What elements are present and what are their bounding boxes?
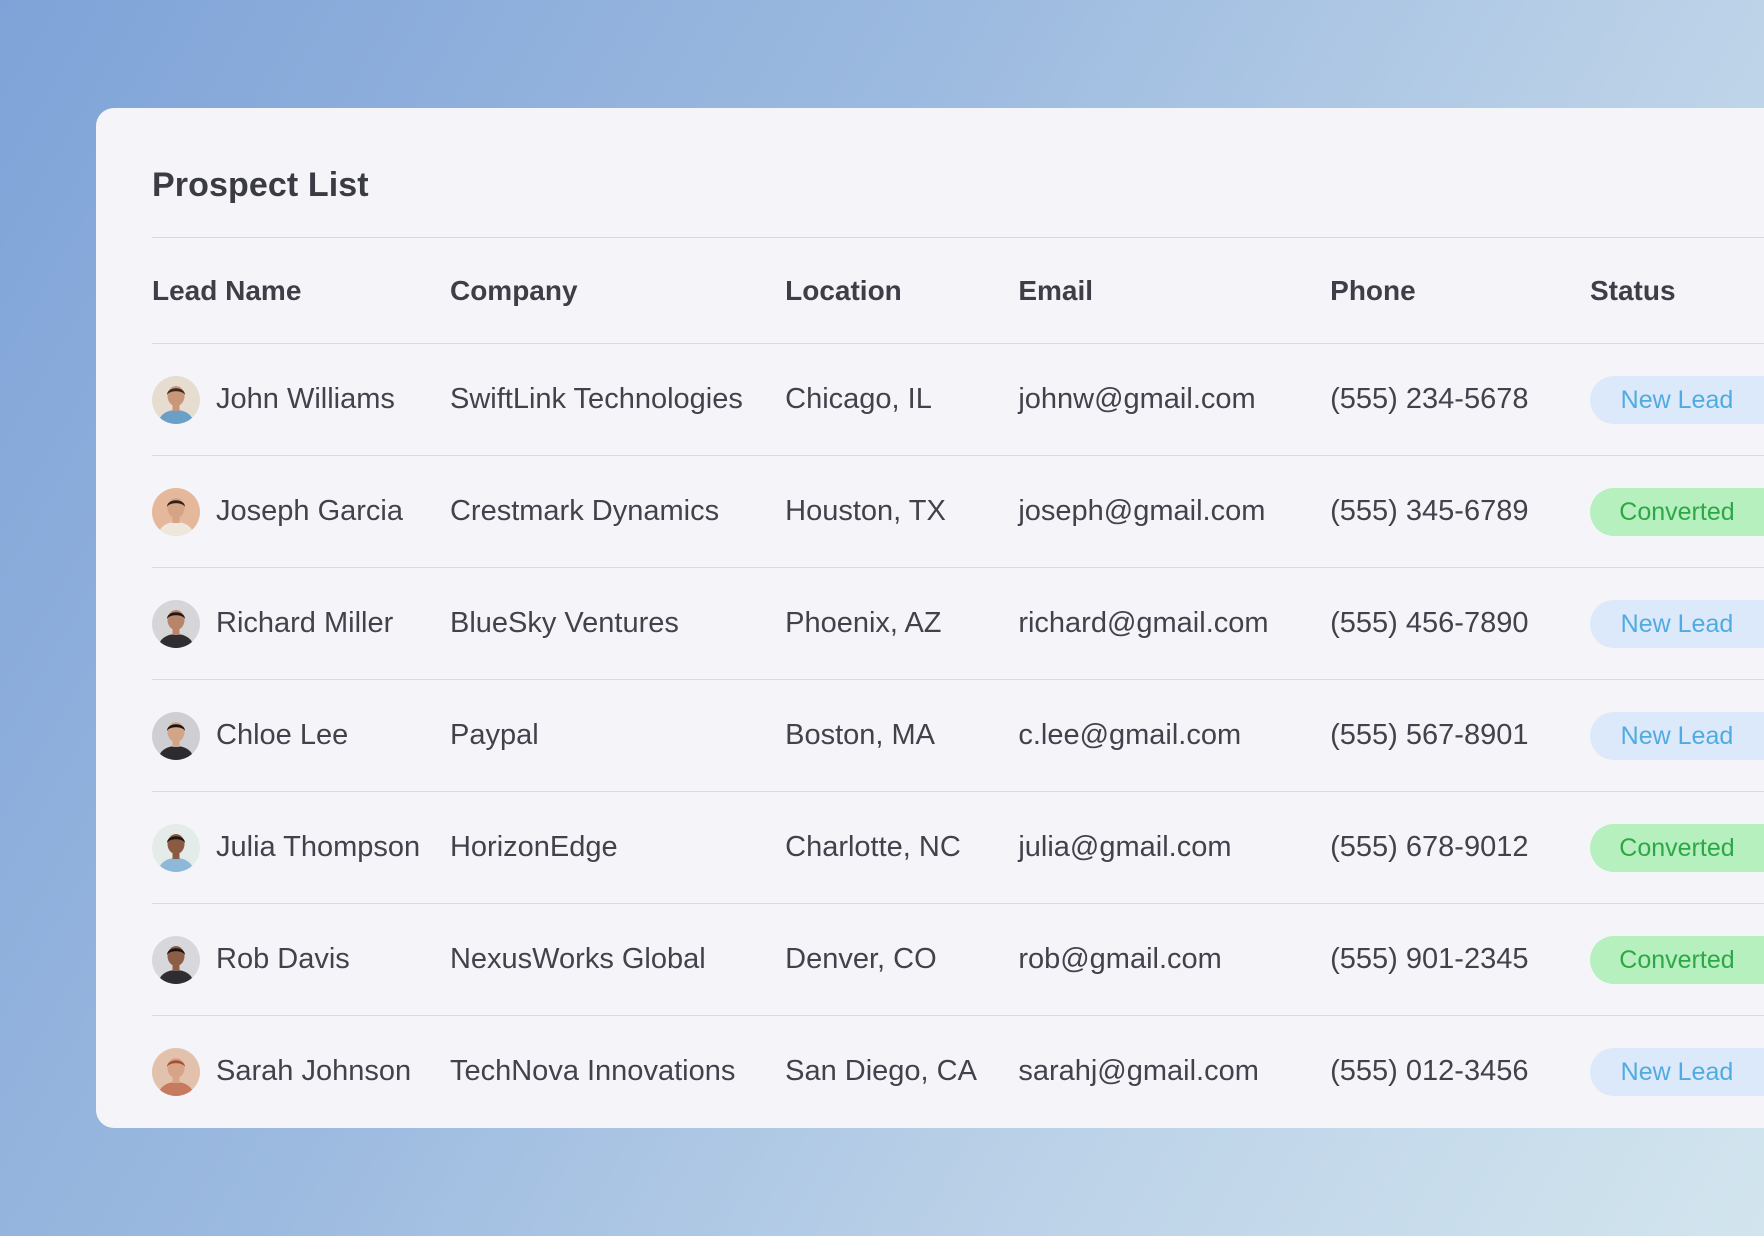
location-cell: Charlotte, NC xyxy=(785,831,961,863)
avatar-icon xyxy=(152,935,200,984)
lead-name-cell: Chloe Lee xyxy=(152,680,450,792)
lead-name[interactable]: Julia Thompson xyxy=(216,831,420,864)
status-badge[interactable]: New Lead xyxy=(1589,375,1764,424)
prospect-table: Lead Name Company Location Email Phone S… xyxy=(152,237,1764,1128)
table-row[interactable]: Richard Miller BlueSky Ventures Phoenix, A… xyxy=(152,568,1764,680)
table-row[interactable]: Joseph Garcia Crestmark Dynamics Houston, … xyxy=(152,456,1764,568)
lead-name-wrapper: Sarah Johnson xyxy=(152,1047,450,1096)
table-row[interactable]: John Williams SwiftLink Technologies Chica… xyxy=(152,344,1764,456)
lead-name-cell: Rob Davis xyxy=(152,904,450,1016)
email-cell[interactable]: rob@gmail.com xyxy=(1018,904,1330,1016)
lead-name-wrapper: Chloe Lee xyxy=(152,711,450,760)
location-cell: San Diego, CA xyxy=(785,1055,977,1088)
column-header-phone[interactable]: Phone xyxy=(1330,238,1590,344)
company-cell: BlueSky Ventures xyxy=(449,607,679,639)
lead-name-cell: Sarah Johnson xyxy=(152,1016,450,1128)
email-cell[interactable]: julia@gmail.com xyxy=(1018,792,1330,904)
lead-name[interactable]: Joseph Garcia xyxy=(216,495,403,528)
lead-name-cell: John Williams xyxy=(152,344,450,456)
lead-name-wrapper: John Williams xyxy=(152,375,450,424)
phone-cell: (555) 012-3456 xyxy=(1330,1055,1529,1088)
email-cell[interactable]: sarahj@gmail.com xyxy=(1018,1016,1330,1128)
avatar[interactable] xyxy=(152,1047,200,1096)
location-cell: Boston, MA xyxy=(785,719,936,751)
avatar-icon xyxy=(152,487,200,536)
company-cell: SwiftLink Technologies xyxy=(449,383,743,415)
lead-name-cell: Julia Thompson xyxy=(152,792,450,904)
lead-name-cell: Joseph Garcia xyxy=(152,456,450,568)
location-cell: Phoenix, AZ xyxy=(785,607,942,639)
avatar-icon xyxy=(152,823,200,872)
column-header-company[interactable]: Company xyxy=(450,238,785,344)
avatar[interactable] xyxy=(152,711,200,760)
table-header-row: Lead Name Company Location Email Phone S… xyxy=(152,237,1764,344)
email-cell[interactable]: joseph@gmail.com xyxy=(1018,456,1330,568)
lead-name[interactable]: Chloe Lee xyxy=(216,719,348,752)
avatar[interactable] xyxy=(152,935,200,984)
status-cell: New Lead xyxy=(1589,344,1764,456)
company-cell: Crestmark Dynamics xyxy=(449,495,720,527)
phone-cell: (555) 567-8901 xyxy=(1330,719,1529,751)
lead-name[interactable]: Richard Miller xyxy=(216,607,393,640)
avatar[interactable] xyxy=(152,375,200,424)
lead-name-wrapper: Joseph Garcia xyxy=(152,487,450,536)
status-cell: New Lead xyxy=(1589,680,1764,792)
avatar-icon xyxy=(152,1047,200,1096)
company-cell: TechNova Innovations xyxy=(449,1055,736,1088)
lead-name[interactable]: Sarah Johnson xyxy=(216,1055,411,1088)
column-header-lead-name[interactable]: Lead Name xyxy=(152,238,450,344)
table-header: Lead Name Company Location Email Phone S… xyxy=(152,237,1764,344)
avatar-icon xyxy=(152,375,200,424)
column-header-email[interactable]: Email xyxy=(1018,238,1330,344)
phone-cell: (555) 678-9012 xyxy=(1330,831,1529,863)
status-badge[interactable]: Converted xyxy=(1589,935,1764,984)
email-cell[interactable]: richard@gmail.com xyxy=(1018,568,1330,680)
lead-name-wrapper: Rob Davis xyxy=(152,935,450,984)
lead-name-cell: Richard Miller xyxy=(152,568,450,680)
status-cell: New Lead xyxy=(1589,1016,1764,1128)
lead-name[interactable]: Rob Davis xyxy=(216,943,350,976)
status-cell: Converted xyxy=(1589,792,1764,904)
prospect-list-card: Prospect List Lead Name Company Location… xyxy=(96,108,1764,1128)
status-cell: Converted xyxy=(1589,456,1764,568)
avatar-icon xyxy=(152,711,200,760)
table-row[interactable]: Chloe Lee Paypal Boston, MA c.lee@gmail.com… xyxy=(152,680,1764,792)
status-badge[interactable]: New Lead xyxy=(1589,711,1764,760)
status-cell: New Lead xyxy=(1589,568,1764,680)
status-badge[interactable]: New Lead xyxy=(1589,599,1764,648)
lead-name[interactable]: John Williams xyxy=(216,383,395,416)
location-cell: Denver, CO xyxy=(785,943,937,975)
location-cell: Houston, TX xyxy=(785,495,946,527)
avatar[interactable] xyxy=(152,599,200,648)
page-title: Prospect List xyxy=(152,166,369,204)
table-row[interactable]: Sarah Johnson TechNova Innovations San Die… xyxy=(152,1016,1764,1128)
phone-cell: (555) 901-2345 xyxy=(1330,943,1529,975)
avatar[interactable] xyxy=(152,487,200,536)
avatar-icon xyxy=(152,599,200,648)
company-cell: NexusWorks Global xyxy=(449,943,706,975)
table-row[interactable]: Julia Thompson HorizonEdge Charlotte, NC ju… xyxy=(152,792,1764,904)
phone-cell: (555) 456-7890 xyxy=(1330,607,1529,639)
status-badge[interactable]: New Lead xyxy=(1589,1047,1764,1096)
status-badge[interactable]: Converted xyxy=(1589,823,1764,872)
company-cell: Paypal xyxy=(449,719,539,751)
avatar[interactable] xyxy=(152,823,200,872)
table-row[interactable]: Rob Davis NexusWorks Global Denver, CO rob@… xyxy=(152,904,1764,1016)
status-cell: Converted xyxy=(1589,904,1764,1016)
location-cell: Chicago, IL xyxy=(785,383,932,415)
phone-cell: (555) 345-6789 xyxy=(1330,495,1529,527)
company-cell: HorizonEdge xyxy=(449,831,618,863)
status-badge[interactable]: Converted xyxy=(1589,487,1764,536)
email-cell[interactable]: c.lee@gmail.com xyxy=(1018,680,1330,792)
phone-cell: (555) 234-5678 xyxy=(1330,383,1529,415)
column-header-status[interactable]: Status xyxy=(1590,238,1764,344)
column-header-location[interactable]: Location xyxy=(785,238,1018,344)
table-body: John Williams SwiftLink Technologies Chica… xyxy=(152,344,1764,1128)
lead-name-wrapper: Julia Thompson xyxy=(152,823,450,872)
email-cell[interactable]: johnw@gmail.com xyxy=(1018,344,1330,456)
lead-name-wrapper: Richard Miller xyxy=(152,599,450,648)
